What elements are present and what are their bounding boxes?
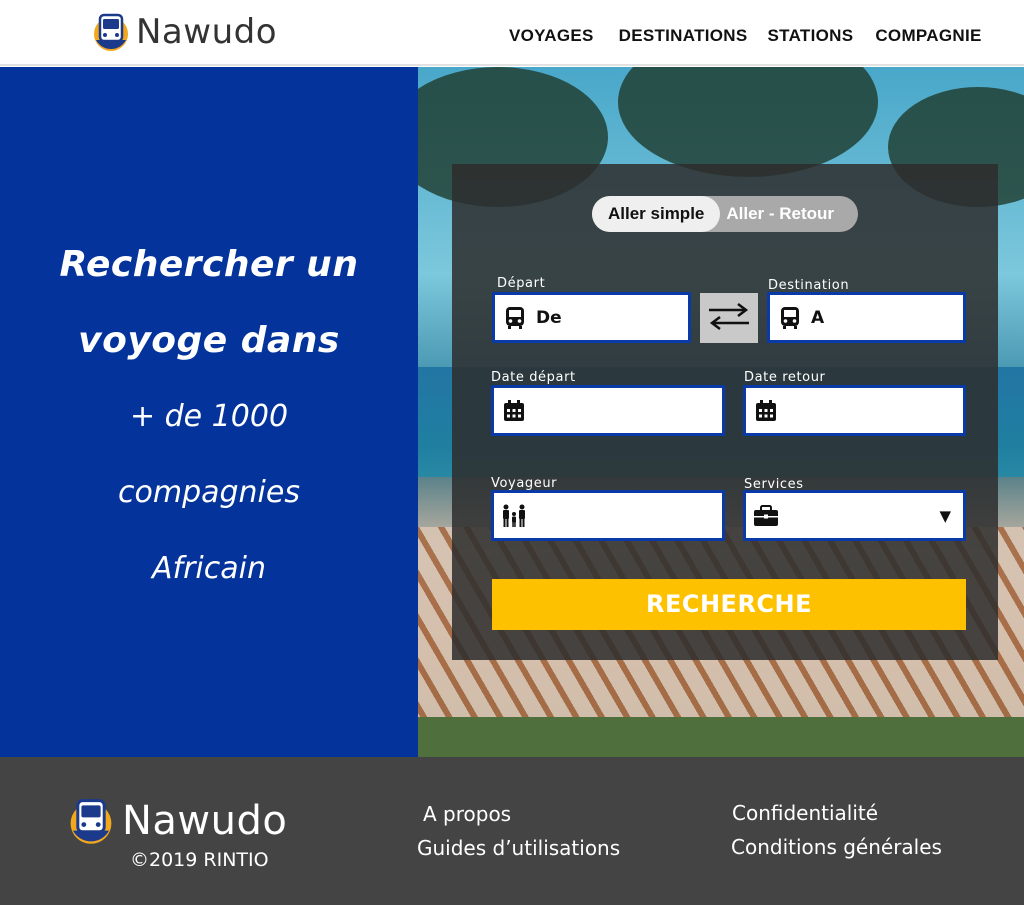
bus-icon	[777, 305, 803, 331]
brand-name: Nawudo	[136, 12, 278, 52]
site-header: Nawudo VOYAGES DESTINATIONS STATIONS COM…	[0, 0, 1024, 66]
footer-copyright: ©2019 RINTIO	[130, 849, 269, 871]
trip-option-one-way[interactable]: Aller simple	[592, 196, 721, 232]
footer-link-conditions[interactable]: Conditions générales	[731, 835, 942, 859]
nav-compagnie[interactable]: COMPAGNIE	[875, 26, 981, 46]
footer-link-guides[interactable]: Guides d’utilisations	[417, 836, 620, 860]
departure-value: De	[536, 307, 562, 328]
tagline-line2: voyoge dans	[78, 320, 340, 361]
voyageur-label: Voyageur	[491, 476, 558, 491]
logo[interactable]: Nawudo	[92, 12, 277, 52]
trip-type-toggle: Aller simple Aller - Retour	[592, 196, 858, 232]
tagline-line4: compagnies	[118, 475, 300, 510]
nav-voyages[interactable]: VOYAGES	[509, 26, 594, 46]
footer-link-apropos[interactable]: A propos	[423, 802, 511, 826]
bus-icon	[502, 305, 528, 331]
site-footer: Nawudo ©2019 RINTIO A propos Guides d’ut…	[0, 757, 1024, 905]
hero-left-panel: Rechercher un voyoge dans + de 1000 comp…	[0, 67, 418, 757]
services-select[interactable]: ▼	[743, 490, 966, 541]
photo-grass	[418, 717, 1024, 757]
departure-label: Départ	[497, 276, 546, 291]
nav-stations[interactable]: STATIONS	[768, 26, 854, 46]
tagline-line5: Africain	[152, 551, 266, 586]
search-button[interactable]: RECHERCHE	[492, 579, 966, 630]
family-icon	[501, 503, 527, 529]
bus-logo-icon	[92, 12, 130, 52]
briefcase-icon	[753, 503, 779, 529]
voyageur-field[interactable]	[491, 490, 725, 541]
tagline-line3: + de 1000	[129, 399, 289, 434]
date-retour-label: Date retour	[744, 370, 826, 385]
search-panel: Aller simple Aller - Retour Départ De De…	[452, 164, 998, 660]
date-depart-field[interactable]	[491, 385, 725, 436]
date-depart-label: Date départ	[491, 370, 576, 385]
calendar-icon	[501, 398, 527, 424]
date-retour-field[interactable]	[743, 385, 966, 436]
footer-brand-name: Nawudo	[122, 798, 288, 844]
calendar-icon	[753, 398, 779, 424]
destination-field[interactable]: A	[767, 292, 966, 343]
tagline-line1: Rechercher un	[59, 244, 359, 285]
trip-option-round-trip[interactable]: Aller - Retour	[720, 196, 850, 232]
departure-field[interactable]: De	[492, 292, 691, 343]
hero: Rechercher un voyoge dans + de 1000 comp…	[0, 67, 1024, 757]
dropdown-caret-icon: ▼	[939, 507, 951, 525]
main-nav: VOYAGES DESTINATIONS STATIONS COMPAGNIE	[509, 26, 1003, 46]
photo-palm	[618, 67, 878, 177]
nav-destinations[interactable]: DESTINATIONS	[619, 26, 748, 46]
destination-value: A	[811, 307, 825, 328]
destination-label: Destination	[768, 278, 850, 293]
swap-arrows-icon	[707, 301, 751, 335]
bus-logo-icon	[68, 797, 114, 845]
swap-button[interactable]	[700, 293, 758, 343]
hero-tagline: Rechercher un voyoge dans + de 1000 comp…	[0, 227, 418, 607]
footer-link-confidentialite[interactable]: Confidentialité	[732, 801, 878, 825]
footer-logo[interactable]: Nawudo	[68, 797, 287, 845]
